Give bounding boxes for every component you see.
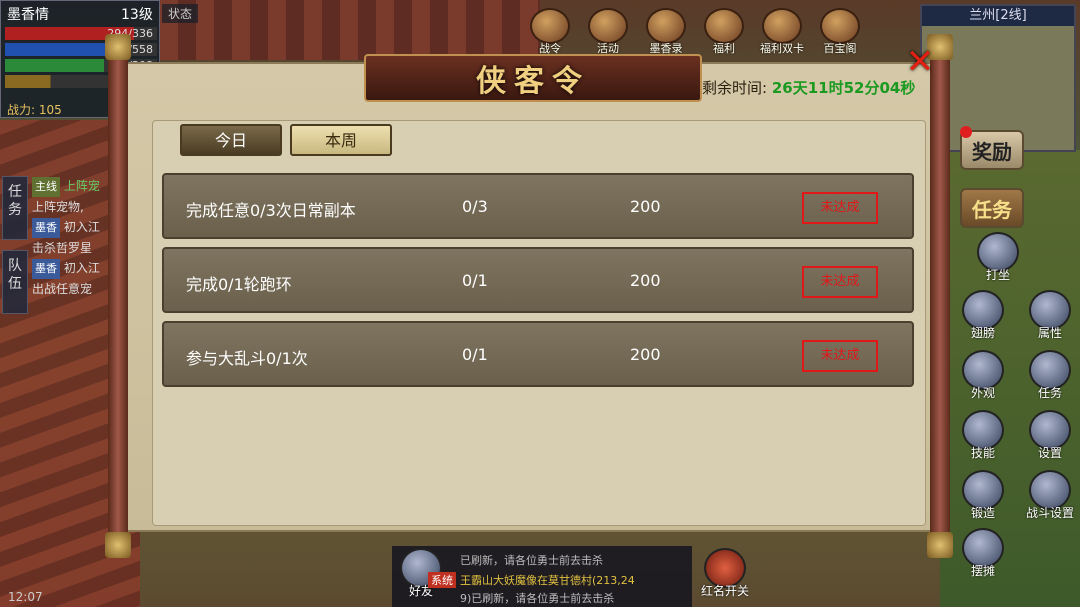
scroll-cap bbox=[105, 34, 131, 60]
attribute-button[interactable]: 属性 bbox=[1025, 290, 1075, 341]
task-status-badge[interactable]: 未达成 bbox=[802, 192, 878, 224]
task-progress: 0/1 bbox=[462, 271, 488, 290]
scroll-cap bbox=[105, 532, 131, 558]
card-icon bbox=[762, 8, 802, 44]
chat-system-tag: 系统 bbox=[428, 572, 456, 588]
icon-label: 打坐 bbox=[985, 268, 1010, 282]
book-icon bbox=[646, 8, 686, 44]
dialog-title-plate: 侠客令 bbox=[364, 54, 702, 102]
wings-button[interactable]: 翅膀 bbox=[958, 290, 1008, 341]
clock: 12:07 bbox=[8, 590, 43, 604]
player-level: 13级 bbox=[121, 7, 153, 23]
icon-label: 属性 bbox=[1037, 326, 1062, 340]
icon-label: 技能 bbox=[970, 446, 995, 460]
power-value: 战力: 105 bbox=[7, 103, 62, 117]
settings-button[interactable]: 设置 bbox=[1025, 410, 1075, 461]
icon-label: 战斗设置 bbox=[1025, 506, 1074, 520]
minimap-title: 兰州[2线] bbox=[922, 6, 1074, 26]
appearance-button[interactable]: 外观 bbox=[958, 350, 1008, 401]
task-row: 完成任意0/3次日常副本 0/3 200 未达成 bbox=[162, 173, 914, 239]
quest-text: 初入江 bbox=[63, 261, 100, 275]
player-name: 墨香情 bbox=[7, 7, 49, 23]
dialog-title: 侠客令 bbox=[476, 64, 590, 99]
task-description: 完成0/1轮跑环 bbox=[186, 275, 292, 294]
skill-button[interactable]: 技能 bbox=[958, 410, 1008, 461]
chat-line: 王霸山大妖魔像在莫甘德村(213,24 bbox=[460, 574, 635, 587]
icon-label: 外观 bbox=[970, 386, 995, 400]
xiake-ling-dialog: 侠客令 ✕ 剩余时间: 26天11时52分04秒 今日 本周 完成任意0/3次日… bbox=[105, 34, 953, 558]
scroll-rod-left bbox=[105, 34, 131, 558]
scroll-rod-right bbox=[927, 34, 953, 558]
period-tabs: 今日 本周 bbox=[180, 124, 392, 156]
task-row: 完成0/1轮跑环 0/1 200 未达成 bbox=[162, 247, 914, 313]
task-button[interactable]: 任务 bbox=[960, 188, 1024, 228]
forge-button[interactable]: 锻造 bbox=[958, 470, 1008, 521]
battle-settings-button[interactable]: 战斗设置 bbox=[1025, 470, 1075, 521]
icon-label: 红名开关 bbox=[700, 584, 749, 598]
task-points: 200 bbox=[630, 271, 661, 290]
activity-icon bbox=[588, 8, 628, 44]
task-description: 完成任意0/3次日常副本 bbox=[186, 201, 356, 220]
task-status-badge[interactable]: 未达成 bbox=[802, 340, 878, 372]
hp-bar: 294/336 bbox=[5, 27, 157, 40]
chat-line: 已刷新，请各位勇士前去击杀 bbox=[460, 554, 603, 567]
remaining-time-label: 剩余时间: bbox=[702, 79, 768, 97]
quest-button[interactable]: 任务 bbox=[1025, 350, 1075, 401]
icon-label: 摆摊 bbox=[970, 564, 995, 578]
task-status-badge[interactable]: 未达成 bbox=[802, 266, 878, 298]
stall-button[interactable]: 摆摊 bbox=[958, 528, 1008, 579]
task-description: 参与大乱斗0/1次 bbox=[186, 349, 308, 368]
task-points: 200 bbox=[630, 197, 661, 216]
remaining-time-value: 26天11时52分04秒 bbox=[771, 79, 916, 97]
red-name-toggle[interactable]: 红名开关 bbox=[700, 548, 750, 599]
task-points: 200 bbox=[630, 345, 661, 364]
icon-label: 任务 bbox=[1037, 386, 1062, 400]
scroll-cap bbox=[927, 532, 953, 558]
status-tab[interactable]: 状态 bbox=[162, 4, 199, 23]
close-button[interactable]: ✕ bbox=[902, 44, 938, 80]
tab-this-week[interactable]: 本周 bbox=[290, 124, 392, 156]
quest-text: 初入江 bbox=[63, 220, 100, 234]
chat-line: 9)已刷新，请各位勇士前去击杀 bbox=[460, 592, 615, 605]
battle-pass-icon bbox=[530, 8, 570, 44]
task-progress: 0/1 bbox=[462, 345, 488, 364]
quest-tag: 墨香 bbox=[32, 218, 60, 238]
quest-text: 上阵宠 bbox=[63, 179, 100, 193]
icon-label: 设置 bbox=[1037, 446, 1062, 460]
reward-notification-dot bbox=[960, 126, 972, 138]
remaining-time: 剩余时间: 26天11时52分04秒 bbox=[702, 77, 915, 98]
side-tab-team[interactable]: 队伍 bbox=[2, 250, 28, 314]
quest-tag: 主线 bbox=[32, 177, 60, 197]
icon-label: 翅膀 bbox=[970, 326, 995, 340]
meditate-button[interactable]: 打坐 bbox=[973, 232, 1023, 283]
quest-tag: 墨香 bbox=[32, 259, 60, 279]
treasure-icon bbox=[820, 8, 860, 44]
gift-icon bbox=[704, 8, 744, 44]
side-tab-task[interactable]: 任务 bbox=[2, 176, 28, 240]
task-progress: 0/3 bbox=[462, 197, 488, 216]
icon-label: 锻造 bbox=[970, 506, 995, 520]
task-row: 参与大乱斗0/1次 0/1 200 未达成 bbox=[162, 321, 914, 387]
tab-today[interactable]: 今日 bbox=[180, 124, 282, 156]
task-list: 完成任意0/3次日常副本 0/3 200 未达成 完成0/1轮跑环 0/1 20… bbox=[162, 173, 914, 395]
